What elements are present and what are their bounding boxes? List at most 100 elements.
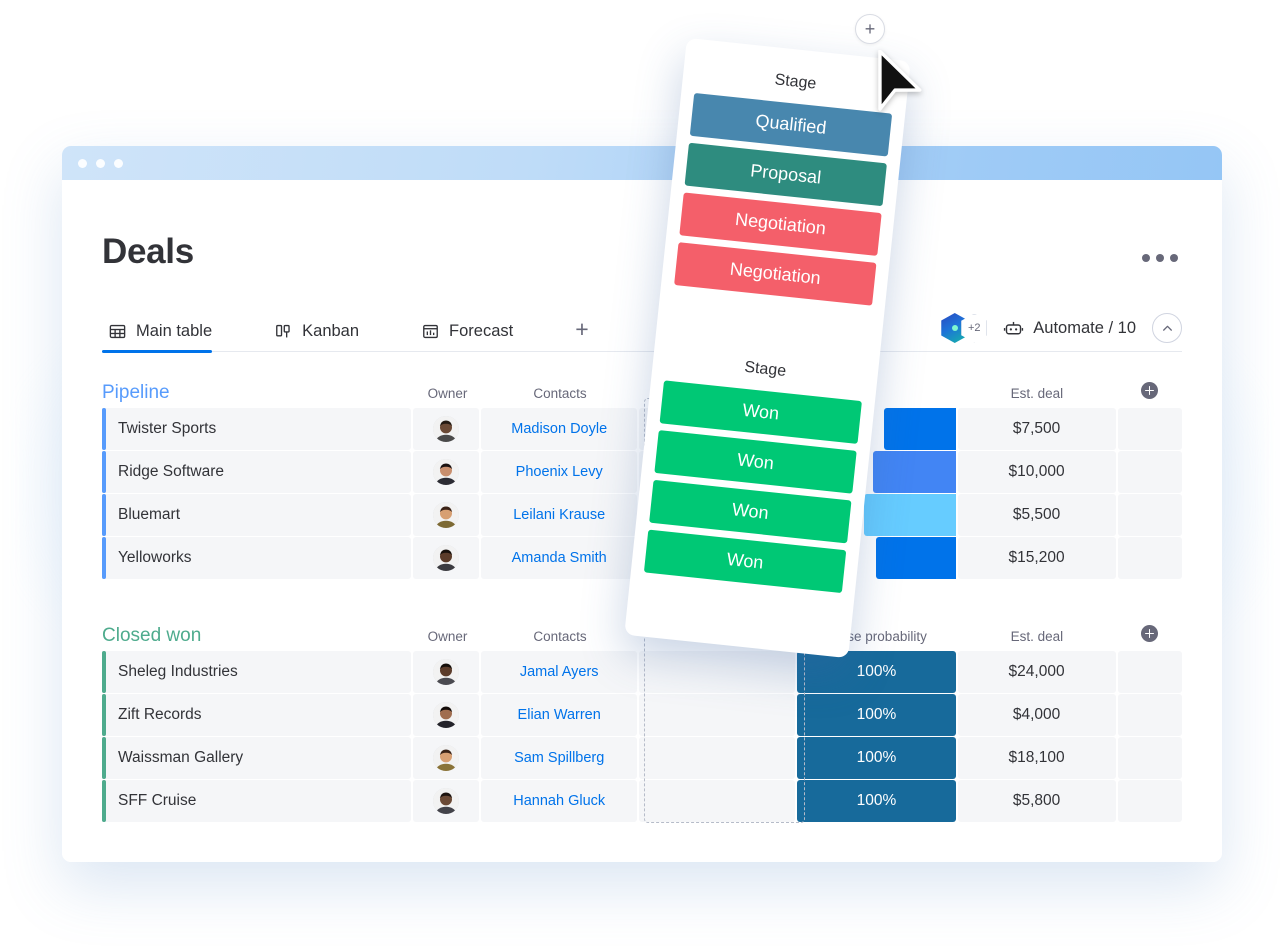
cell-contact[interactable]: Elian Warren [481,694,638,736]
integrations-overflow-badge[interactable]: +2 [961,313,988,343]
stage-chip-label: Negotiation [734,208,827,239]
window-dot-maximize[interactable] [114,158,123,168]
group-title-pipeline[interactable]: Pipeline [102,382,414,404]
avatar-photo [432,416,459,442]
window-dot-close[interactable] [78,158,87,168]
cell-deal-name[interactable]: Twister Sports [102,408,411,450]
plus-circle-icon [1140,624,1158,642]
automate-button[interactable]: Automate / 10 [1003,318,1136,339]
cell-row-end[interactable] [1117,651,1182,693]
deal-name-text: Ridge Software [118,463,224,480]
tab-kanban[interactable]: Kanban [268,322,377,352]
window-dot-minimize[interactable] [96,158,105,168]
add-column-button[interactable] [1117,624,1182,648]
cell-contact[interactable]: Madison Doyle [481,408,638,450]
avatar [432,502,459,528]
cell-owner[interactable] [412,694,480,736]
tab-forecast[interactable]: Forecast [415,322,531,352]
cell-close-probability[interactable]: 100% [797,651,956,693]
cell-est-deal[interactable]: $15,200 [957,537,1116,579]
close-probability-text: 100% [856,663,897,680]
table-row[interactable]: SFF Cruise Hannah Gluck 100% $5,800 [102,780,1182,822]
cell-owner[interactable] [412,408,480,450]
column-header-est-deal[interactable]: Est. deal [957,386,1117,401]
tab-main-table[interactable]: Main table [102,322,230,353]
cell-row-end[interactable] [1117,737,1182,779]
board-more-menu[interactable] [1142,254,1178,262]
avatar [432,459,459,485]
cell-est-deal[interactable]: $10,000 [957,451,1116,493]
cell-row-end[interactable] [1117,408,1182,450]
est-deal-text: $15,200 [1008,549,1065,566]
cell-deal-name[interactable]: SFF Cruise [102,780,411,822]
avatar-photo [432,459,459,485]
cell-owner[interactable] [412,651,480,693]
cell-owner[interactable] [412,494,480,536]
table-row[interactable]: Twister Sports Madison Doyle $7,500 [102,408,1182,450]
cell-est-deal[interactable]: $5,500 [957,494,1116,536]
cell-empty-column[interactable] [639,737,796,779]
chevron-up-icon [1162,325,1172,331]
est-deal-text: $18,100 [1008,749,1065,766]
cell-est-deal[interactable]: $5,800 [957,780,1116,822]
kebab-dot [1170,254,1178,262]
cell-deal-name[interactable]: Ridge Software [102,451,411,493]
cell-est-deal[interactable]: $7,500 [957,408,1116,450]
cell-row-end[interactable] [1117,494,1182,536]
collapse-header-button[interactable] [1152,313,1182,343]
table-row[interactable]: Waissman Gallery Sam Spillberg 100% $18,100 [102,737,1182,779]
column-header-contacts[interactable]: Contacts [481,629,639,644]
tab-forecast-label: Forecast [449,322,514,340]
integrations-group[interactable]: +2 [941,313,988,343]
contact-name-text: Hannah Gluck [513,793,606,809]
cell-empty-column[interactable] [639,780,796,822]
avatar [432,702,459,728]
cell-deal-name[interactable]: Sheleg Industries [102,651,411,693]
cell-owner[interactable] [412,537,480,579]
cell-row-end[interactable] [1117,451,1182,493]
cell-contact[interactable]: Jamal Ayers [481,651,638,693]
cell-deal-name[interactable]: Yelloworks [102,537,411,579]
cell-owner[interactable] [412,451,480,493]
column-header-owner[interactable]: Owner [414,629,481,644]
column-header-contacts[interactable]: Contacts [481,386,639,401]
cell-contact[interactable]: Sam Spillberg [481,737,638,779]
cell-deal-name[interactable]: Zift Records [102,694,411,736]
cell-contact[interactable]: Leilani Krause [481,494,638,536]
cell-row-end[interactable] [1117,694,1182,736]
cell-contact[interactable]: Phoenix Levy [481,451,638,493]
column-header-est-deal[interactable]: Est. deal [957,629,1117,644]
cell-est-deal[interactable]: $18,100 [957,737,1116,779]
add-view-button[interactable]: + [569,318,594,352]
table-row[interactable]: Sheleg Industries Jamal Ayers 100% $24,000 [102,651,1182,693]
tab-kanban-label: Kanban [302,322,360,340]
stage-chip-label: Proposal [749,160,823,188]
cell-owner[interactable] [412,780,480,822]
cell-row-end[interactable] [1117,780,1182,822]
cell-close-probability[interactable]: 100% [797,694,956,736]
cell-close-probability[interactable]: 100% [797,737,956,779]
cell-contact[interactable]: Hannah Gluck [481,780,638,822]
cell-empty-column[interactable] [639,694,796,736]
cursor-arrow-icon [878,50,922,111]
est-deal-text: $24,000 [1008,663,1065,680]
cell-est-deal[interactable]: $4,000 [957,694,1116,736]
cell-row-end[interactable] [1117,537,1182,579]
cell-deal-name[interactable]: Bluemart [102,494,411,536]
add-column-button[interactable] [1117,381,1182,405]
contact-name-text: Sam Spillberg [514,750,605,766]
cell-empty-column[interactable] [639,651,796,693]
cell-close-probability[interactable]: 100% [797,780,956,822]
cell-deal-name[interactable]: Waissman Gallery [102,737,411,779]
avatar-photo [432,545,459,571]
cell-owner[interactable] [412,737,480,779]
deal-name-text: SFF Cruise [118,792,197,809]
column-header-owner[interactable]: Owner [414,386,481,401]
cell-contact[interactable]: Amanda Smith [481,537,638,579]
table-row[interactable]: Zift Records Elian Warren 100% $4,000 [102,694,1182,736]
group-title-closed-won[interactable]: Closed won [102,625,414,647]
close-probability-bar [884,408,956,450]
deal-name-text: Twister Sports [118,420,217,437]
cell-est-deal[interactable]: $24,000 [957,651,1116,693]
add-item-button[interactable]: + [855,14,885,44]
